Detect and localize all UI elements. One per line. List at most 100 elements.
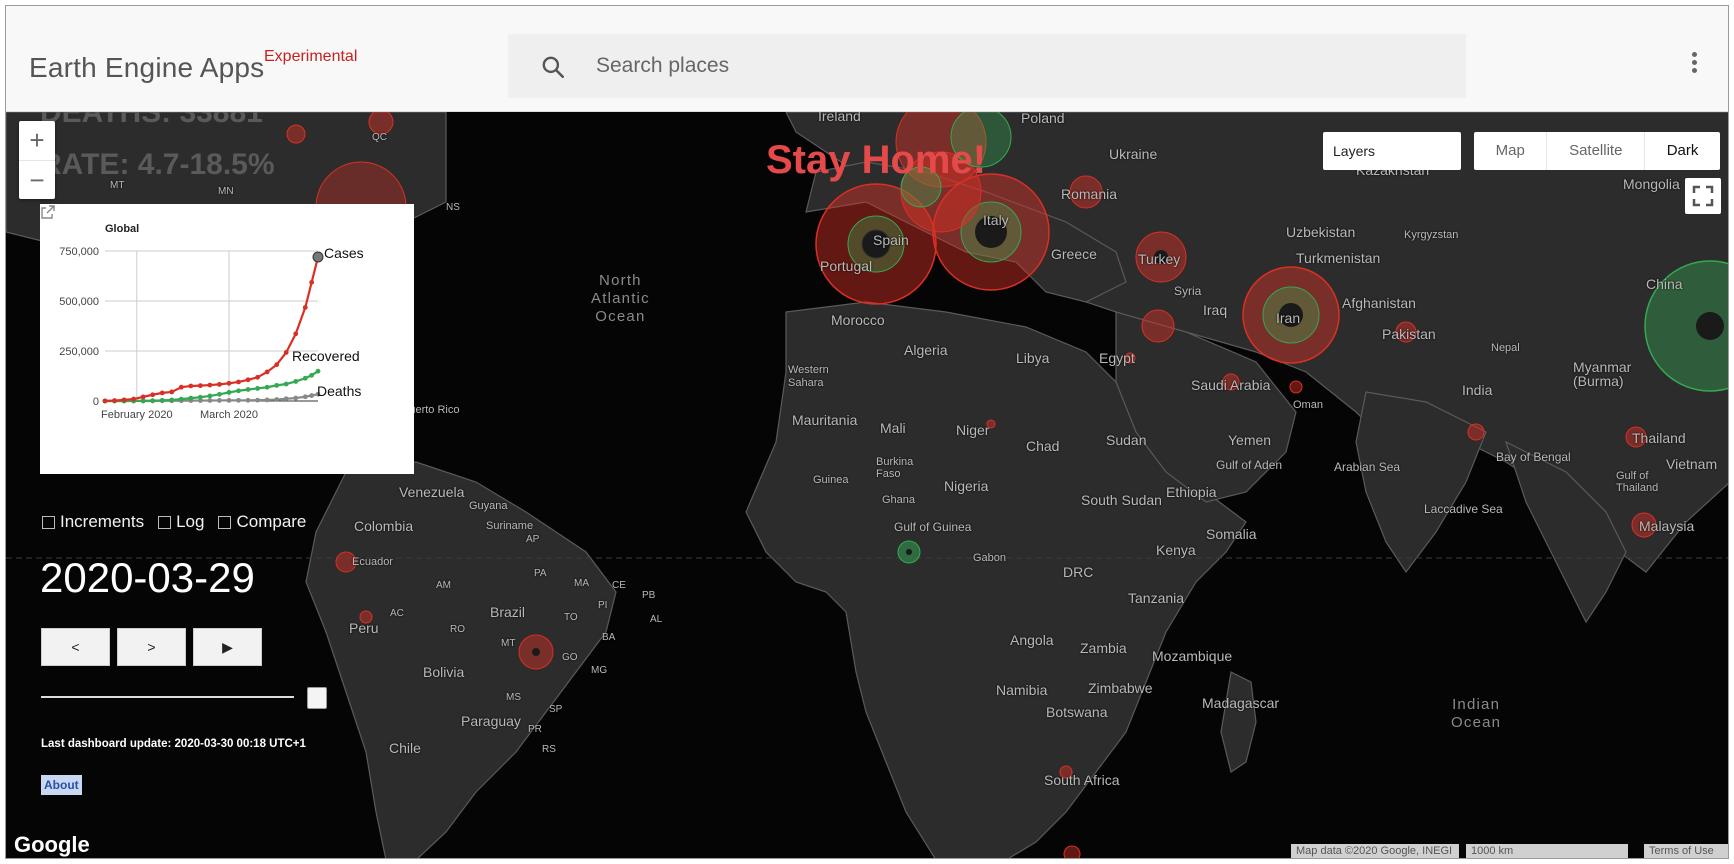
y-tick-label: 250,000 — [59, 346, 99, 358]
popout-icon[interactable] — [40, 204, 56, 220]
map-label: Peru — [349, 620, 379, 636]
playback-controls: < > ▶ — [41, 628, 262, 666]
zoom-out-button[interactable]: − — [19, 160, 55, 199]
data-point — [178, 396, 184, 402]
checkbox-box[interactable] — [158, 515, 172, 529]
checkbox-label: Increments — [60, 512, 145, 531]
zoom-control: + − — [19, 121, 55, 199]
play-button[interactable]: ▶ — [193, 628, 262, 666]
data-point — [302, 394, 308, 400]
map-type-map[interactable]: Map — [1474, 132, 1546, 170]
map-label: Sudan — [1106, 432, 1147, 448]
map-label: Morocco — [831, 312, 885, 328]
data-point — [293, 395, 299, 401]
search-input[interactable] — [596, 50, 1416, 82]
app-title[interactable]: Earth Engine Apps — [29, 52, 264, 84]
data-point — [188, 395, 194, 401]
data-point — [245, 377, 251, 383]
chart-options: Increments Log Compare — [42, 512, 306, 532]
google-logo: Google — [14, 832, 90, 857]
checkbox-label: Log — [176, 512, 205, 531]
map-label: MS — [506, 692, 521, 703]
previous-day-button[interactable]: < — [41, 628, 110, 666]
chart-title: Global — [105, 223, 139, 235]
data-point — [283, 350, 289, 355]
more-menu-icon[interactable] — [1690, 52, 1698, 78]
map-label: Zimbabwe — [1088, 680, 1153, 696]
search-icon[interactable] — [540, 54, 566, 80]
map-canvas[interactable]: Ireland Poland Ukraine Kazakhstan Mongol… — [6, 112, 1728, 858]
map-type-control: Map Satellite Dark — [1474, 132, 1720, 170]
ocean-label-indian: Indian Ocean — [1451, 696, 1502, 731]
date-slider-track[interactable] — [41, 696, 294, 698]
map-label: Portugal — [820, 258, 873, 274]
x-tick-label: March 2020 — [200, 409, 258, 421]
y-tick-label: 750,000 — [59, 246, 99, 258]
compare-checkbox[interactable]: Compare — [218, 512, 306, 532]
map-label: Mali — [880, 420, 906, 436]
data-point — [121, 397, 127, 403]
map-label: Romania — [1061, 186, 1118, 202]
map-label: SP — [549, 704, 563, 715]
map-label: Bolivia — [423, 664, 465, 680]
map-label: Somalia — [1206, 526, 1257, 542]
map-label: Botswana — [1046, 704, 1108, 720]
checkbox-box[interactable] — [42, 515, 55, 529]
map-label: Oman — [1293, 399, 1323, 411]
map-label: Greece — [1051, 246, 1097, 262]
last-update-text: Last dashboard update: 2020-03-30 00:18 … — [41, 738, 306, 750]
map-label: Bay of Bengal — [1496, 450, 1571, 464]
map-label: Myanmar (Burma) — [1573, 359, 1632, 389]
map-label: DRC — [1063, 564, 1094, 580]
map-label: Laccadive Sea — [1424, 502, 1503, 516]
map-attribution[interactable]: Map data ©2020 Google, INEGI — [1291, 844, 1459, 858]
zoom-in-button[interactable]: + — [19, 121, 55, 160]
map-label: Arabian Sea — [1334, 460, 1401, 474]
map-label: South Sudan — [1081, 492, 1162, 508]
data-point — [217, 398, 222, 403]
data-point — [264, 369, 270, 375]
data-point — [178, 384, 184, 390]
map-label: Burkina Faso — [876, 456, 914, 480]
date-slider-thumb[interactable] — [307, 687, 327, 709]
fullscreen-button[interactable] — [1685, 178, 1721, 214]
map-label: Ethiopia — [1166, 484, 1217, 500]
map-label: Iraq — [1203, 302, 1228, 318]
map-type-dark[interactable]: Dark — [1644, 132, 1720, 170]
data-point — [207, 393, 213, 399]
increments-checkbox[interactable]: Increments — [42, 512, 144, 532]
next-day-button[interactable]: > — [117, 628, 186, 666]
end-marker — [312, 251, 324, 263]
map-label: Kenya — [1156, 542, 1196, 558]
scale-bar[interactable]: 1000 km — [1466, 844, 1628, 858]
data-point — [197, 394, 203, 400]
search-box[interactable] — [508, 34, 1466, 98]
data-point — [159, 390, 165, 396]
terms-link[interactable]: Terms of Use — [1644, 844, 1728, 858]
app-window: Earth Engine Apps Experimental Search pl… — [5, 5, 1729, 859]
data-point — [112, 398, 117, 403]
map-type-satellite[interactable]: Satellite — [1546, 132, 1644, 170]
data-point — [274, 397, 280, 402]
data-point — [207, 382, 213, 388]
layers-dropdown[interactable]: Layers — [1323, 132, 1461, 170]
data-point — [255, 386, 260, 391]
data-point — [197, 383, 203, 389]
data-point — [169, 397, 175, 403]
map-label: Kyrgyzstan — [1404, 229, 1459, 241]
data-point — [245, 397, 251, 403]
about-link[interactable]: About — [41, 775, 82, 795]
map-label: Vietnam — [1666, 456, 1718, 472]
data-point — [102, 398, 108, 404]
map-label: RO — [450, 624, 465, 635]
checkbox-box[interactable] — [218, 515, 232, 529]
map-label: Turkmenistan — [1296, 250, 1381, 266]
map-label: Angola — [1010, 632, 1054, 648]
map-label: Chad — [1026, 438, 1060, 454]
data-point — [150, 398, 156, 404]
map-label: GO — [562, 652, 578, 663]
log-checkbox[interactable]: Log — [158, 512, 204, 532]
map-label: PR — [528, 724, 542, 735]
fullscreen-icon — [1692, 185, 1714, 207]
map-label: Syria — [1174, 284, 1202, 298]
